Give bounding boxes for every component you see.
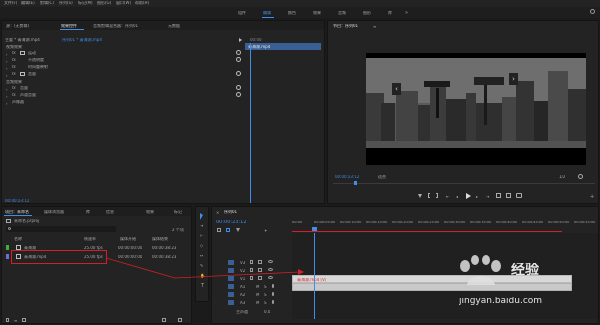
baidu-watermark: 经验 jingyan.baidu.com [455, 255, 595, 319]
watermark-site: jingyan.baidu.com [459, 297, 543, 306]
red-drag-line [105, 257, 301, 279]
baidu-paw-logo [460, 255, 501, 285]
red-drag-arrowhead [298, 269, 304, 275]
watermark-text: 经验 [511, 263, 539, 277]
